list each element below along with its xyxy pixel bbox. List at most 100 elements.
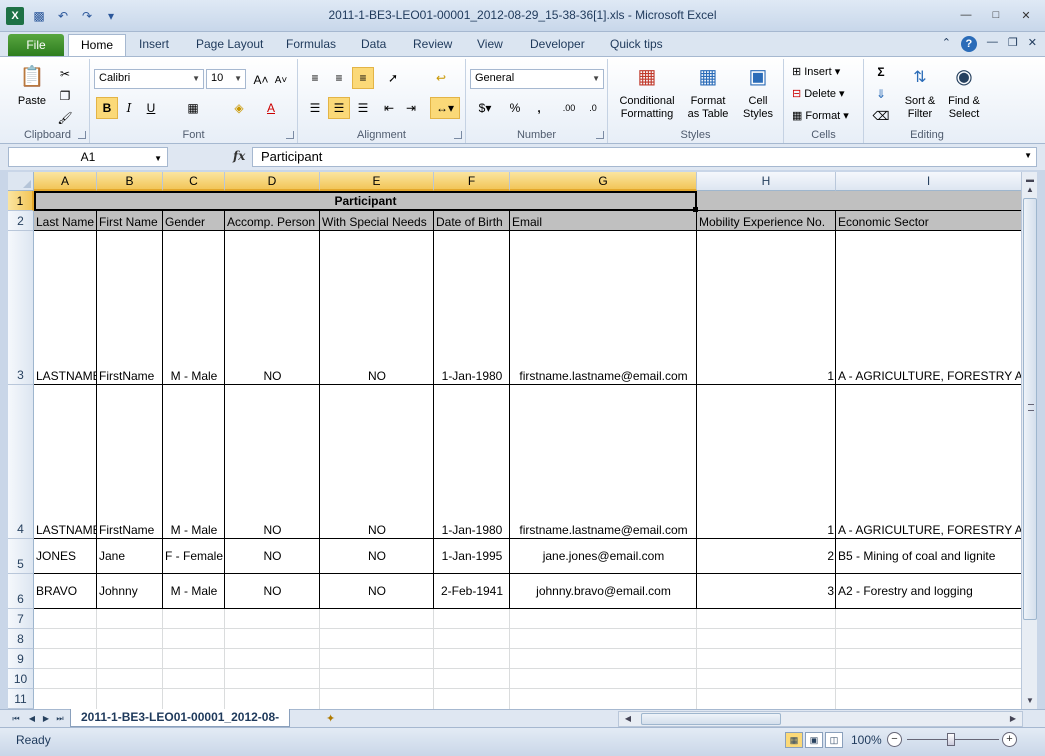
column-header-f[interactable]: F <box>434 172 510 191</box>
row-header-2[interactable]: 2 <box>8 211 34 231</box>
italic-button[interactable]: I <box>118 97 140 119</box>
data-cell[interactable]: Jane <box>97 539 163 574</box>
maximize-button[interactable]: □ <box>983 6 1009 24</box>
data-cell[interactable]: B5 - Mining of coal and lignite <box>836 539 1021 574</box>
data-cell[interactable]: NO <box>225 231 320 385</box>
insert-function-icon[interactable]: fx <box>233 149 245 163</box>
data-cell[interactable]: 2 <box>697 539 836 574</box>
row-header-1[interactable]: 1 <box>8 191 34 211</box>
autosum-icon[interactable]: Σ <box>870 61 892 83</box>
data-cell[interactable]: NO <box>320 574 434 609</box>
minimize-button[interactable]: — <box>953 6 979 24</box>
fill-icon[interactable]: ⇓ <box>870 83 892 105</box>
horizontal-scrollbar[interactable]: ◀ ▶ <box>618 711 1023 727</box>
data-cell[interactable]: NO <box>225 539 320 574</box>
worksheet-grid[interactable]: A B C D E F G H I 1 2 3 4 5 6 7 8 9 10 1… <box>8 172 1021 709</box>
delete-cells-button[interactable]: ⊟ Delete ▾ <box>792 87 845 101</box>
header-cell[interactable]: Date of Birth <box>434 211 510 231</box>
orientation-icon[interactable]: ➚ <box>382 67 404 89</box>
increase-indent-icon[interactable]: ⇥ <box>400 97 422 119</box>
header-cell[interactable]: Economic Sector <box>836 211 1021 231</box>
font-launcher-icon[interactable] <box>286 131 294 139</box>
zoom-level[interactable]: 100% <box>851 733 882 747</box>
increase-decimal-icon[interactable]: .00 <box>558 97 580 119</box>
data-cell[interactable]: A2 - Forestry and logging <box>836 574 1021 609</box>
vertical-scrollbar[interactable]: ▬ ▲ ▼ <box>1021 172 1037 709</box>
scroll-up-icon[interactable]: ▲ <box>1022 182 1038 198</box>
wrap-text-icon[interactable]: ↩ <box>430 67 452 89</box>
tab-view[interactable]: View <box>477 37 503 51</box>
data-cell[interactable]: 1 <box>697 231 836 385</box>
data-cell[interactable]: Johnny <box>97 574 163 609</box>
grow-font-icon[interactable]: A˄ <box>250 69 272 91</box>
clipboard-launcher-icon[interactable] <box>78 131 86 139</box>
data-cell[interactable]: F - Female <box>163 539 225 574</box>
header-cell[interactable]: First Name <box>97 211 163 231</box>
data-cell[interactable]: LASTNAME <box>34 385 97 539</box>
first-sheet-icon[interactable]: ⏮ <box>10 712 22 726</box>
font-color-icon[interactable]: A <box>260 97 282 119</box>
scroll-left-icon[interactable]: ◀ <box>621 712 635 726</box>
data-cell[interactable]: jane.jones@email.com <box>510 539 697 574</box>
column-header-d[interactable]: D <box>225 172 320 191</box>
insert-worksheet-icon[interactable]: ✦ <box>326 712 342 726</box>
data-cell[interactable]: NO <box>320 385 434 539</box>
sheet-tab[interactable]: 2011-1-BE3-LEO01-00001_2012-08- <box>70 709 291 727</box>
column-header-a[interactable]: A <box>34 172 97 191</box>
data-cell[interactable]: M - Male <box>163 231 225 385</box>
align-middle-icon[interactable]: ≡ <box>328 67 350 89</box>
data-cell[interactable]: BRAVO <box>34 574 97 609</box>
row-header-6[interactable]: 6 <box>8 574 34 609</box>
data-cell[interactable]: NO <box>225 385 320 539</box>
data-cell[interactable]: 3 <box>697 574 836 609</box>
row-header-8[interactable]: 8 <box>8 629 34 649</box>
number-launcher-icon[interactable] <box>596 131 604 139</box>
zoom-in-icon[interactable]: + <box>1002 732 1017 747</box>
formula-input[interactable]: Participant ▼ <box>252 147 1037 167</box>
workbook-restore-icon[interactable]: ❐ <box>1008 36 1018 52</box>
tab-quick-tips[interactable]: Quick tips <box>610 37 663 51</box>
tab-data[interactable]: Data <box>361 37 386 51</box>
borders-icon[interactable]: ▦ <box>182 97 204 119</box>
header-cell[interactable]: Email <box>510 211 697 231</box>
shrink-font-icon[interactable]: A˅ <box>270 69 292 91</box>
tab-insert[interactable]: Insert <box>139 37 169 51</box>
row-header-4[interactable]: 4 <box>8 385 34 539</box>
comma-style-icon[interactable]: , <box>528 97 550 119</box>
horizontal-scroll-thumb[interactable] <box>641 713 781 725</box>
data-cell[interactable]: 1 <box>697 385 836 539</box>
find-select-button[interactable]: ◉ Find & Select <box>942 61 986 121</box>
close-button[interactable]: ✕ <box>1013 6 1039 24</box>
column-header-c[interactable]: C <box>163 172 225 191</box>
cell-styles-button[interactable]: ▣ Cell Styles <box>736 61 780 121</box>
row-header-5[interactable]: 5 <box>8 539 34 574</box>
data-cell[interactable]: 1-Jan-1980 <box>434 385 510 539</box>
tab-developer[interactable]: Developer <box>530 37 585 51</box>
font-name-combo[interactable]: Calibri ▼ <box>94 69 204 89</box>
column-header-h[interactable]: H <box>697 172 836 191</box>
data-cell[interactable]: NO <box>320 539 434 574</box>
expand-formula-icon[interactable]: ▼ <box>1024 151 1032 160</box>
header-cell[interactable]: Accomp. Person <box>225 211 320 231</box>
data-cell[interactable]: 2-Feb-1941 <box>434 574 510 609</box>
column-header-i[interactable]: I <box>836 172 1021 191</box>
data-cell[interactable]: NO <box>225 574 320 609</box>
tab-formulas[interactable]: Formulas <box>286 37 336 51</box>
scroll-right-icon[interactable]: ▶ <box>1006 712 1020 726</box>
row-header-11[interactable]: 11 <box>8 689 34 709</box>
align-left-icon[interactable]: ☰ <box>304 97 326 119</box>
workbook-close-icon[interactable]: ✕ <box>1028 36 1037 52</box>
column-header-e[interactable]: E <box>320 172 434 191</box>
header-cell[interactable]: Mobility Experience No. <box>697 211 836 231</box>
data-cell[interactable]: A - AGRICULTURE, FORESTRY AND FISHING <box>836 231 1021 385</box>
vertical-scroll-thumb[interactable] <box>1023 198 1037 620</box>
alignment-launcher-icon[interactable] <box>454 131 462 139</box>
sort-filter-button[interactable]: ⇅ Sort & Filter <box>900 61 940 121</box>
tab-review[interactable]: Review <box>413 37 452 51</box>
scroll-down-icon[interactable]: ▼ <box>1022 693 1038 709</box>
align-bottom-icon[interactable]: ≡ <box>352 67 374 89</box>
name-box[interactable]: A1 ▼ <box>8 147 168 167</box>
header-cell[interactable]: Gender <box>163 211 225 231</box>
format-cells-button[interactable]: ▦ Format ▾ <box>792 109 849 123</box>
copy-icon[interactable]: ❐ <box>54 85 76 107</box>
